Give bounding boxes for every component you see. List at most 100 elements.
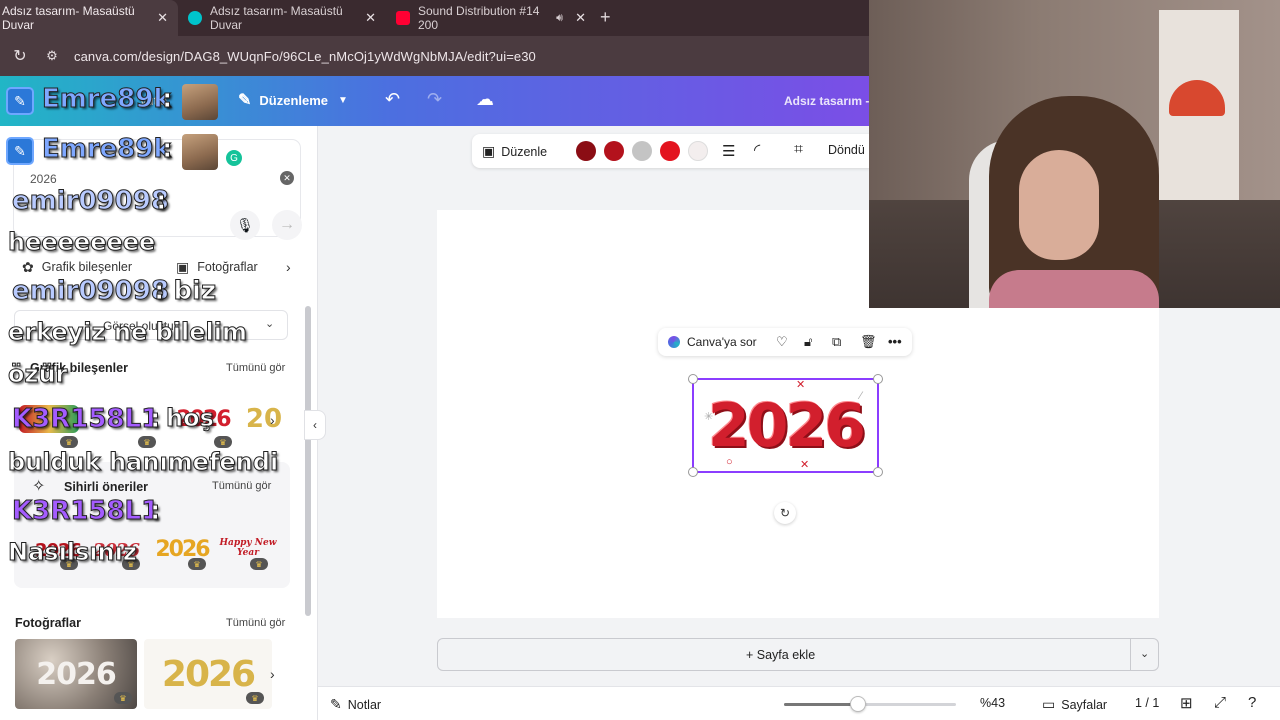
url-field[interactable]: canva.com/design/DAG8_WUqnFo/96CLe_nMcOj… (74, 49, 536, 64)
design-title[interactable]: Adsız tasarım - (784, 94, 869, 108)
lock-icon[interactable]: 🔓︎ (804, 334, 812, 350)
page-count: 1 / 1 (1135, 696, 1160, 710)
color-swatch[interactable] (604, 141, 624, 161)
undo-icon[interactable]: ↶ (385, 89, 400, 110)
trash-icon[interactable]: 🗑︎ (860, 334, 877, 350)
see-all-link[interactable]: Tümünü gör (212, 480, 271, 492)
corner-rounding-icon[interactable]: ◜ (754, 140, 760, 160)
see-all-link[interactable]: Tümünü gör (226, 617, 285, 629)
color-swatch[interactable] (660, 141, 680, 161)
chevron-right-icon[interactable]: › (270, 412, 275, 428)
sparkle-icon: ✧ (32, 478, 46, 495)
pages-label: Sayfalar (1061, 697, 1108, 712)
add-page-button[interactable]: + Sayfa ekle ⌄ (437, 638, 1159, 671)
chat-username: K3R158L1 (11, 496, 160, 527)
color-swatch[interactable] (632, 141, 652, 161)
arrow-right-icon[interactable]: → (272, 210, 302, 240)
graphic-text: 20 (245, 404, 283, 434)
chat-separator: : (155, 186, 167, 217)
speaker-icon[interactable]: 🔊︎ (556, 12, 563, 25)
browser-tab-bar: Adsız tasarım- Masaüstü Duvar ✕ Adsız ta… (0, 0, 870, 36)
chat-avatar (182, 84, 218, 120)
star-decoration: ○ (726, 456, 733, 468)
search-input[interactable]: 2026 (30, 172, 57, 186)
help-icon[interactable]: ? (1248, 694, 1256, 711)
chat-username: emir09098 (12, 186, 170, 217)
chat-username: Emre89k (42, 134, 172, 165)
selected-element[interactable]: 2026 ✕ ✳ ⁄ ✕ ○ (688, 374, 883, 477)
chat-message: Nasılsınız (8, 538, 138, 567)
zoom-level[interactable]: %43 (980, 696, 1005, 710)
close-icon[interactable]: ✕ (575, 10, 586, 26)
cloud-saved-icon[interactable]: ☁ (476, 89, 494, 110)
redo-icon[interactable]: ↷ (427, 89, 442, 110)
tab-title: Adsız tasarım- Masaüstü Duvar (210, 4, 343, 32)
microphone-icon[interactable]: 🎙︎ (230, 210, 260, 240)
section-title: Sihirli öneriler (64, 480, 149, 494)
line-weight-icon[interactable]: ☰ (722, 142, 735, 160)
rotate-button[interactable]: Döndü (828, 143, 865, 157)
site-info-icon[interactable]: ⚙︎ (40, 48, 64, 64)
crown-icon: ♛ (188, 558, 206, 570)
star-decoration: ✕ (796, 379, 806, 391)
graphic-text: Happy New Year (219, 538, 277, 558)
see-all-link[interactable]: Tümünü gör (226, 362, 285, 374)
star-decoration: ✳ (704, 411, 714, 423)
fullscreen-icon[interactable]: ⤢ (1214, 694, 1226, 711)
edit-button[interactable]: ▣ Düzenle (482, 143, 547, 160)
color-swatch[interactable] (576, 141, 596, 161)
star-decoration: ✕ (800, 459, 810, 471)
color-swatch[interactable] (688, 141, 708, 161)
resize-handle[interactable] (688, 467, 698, 477)
chevron-right-icon[interactable]: › (270, 666, 275, 682)
grammarly-icon[interactable]: G (226, 150, 242, 166)
chat-username: emir09098 (12, 276, 170, 307)
close-icon[interactable]: ✕ (157, 10, 168, 26)
crown-icon: ♛ (60, 436, 78, 448)
bottom-bar: ✎ Notlar %43 ▭ Sayfalar 1 / 1 ⊞ ⤢ ? (318, 686, 1280, 720)
webcam-overlay (869, 0, 1280, 308)
edit-mode-label: Düzenleme (259, 92, 329, 108)
chevron-down-icon: ⌄ (265, 318, 275, 330)
browser-tab[interactable]: Sound Distribution #14 200 🔊︎ ✕ (386, 0, 596, 36)
webcam-person-shirt (989, 270, 1159, 308)
reload-icon[interactable]: ↻ (0, 46, 40, 66)
resize-handle[interactable] (688, 374, 698, 384)
2026-graphic: 2026 (708, 390, 866, 461)
clear-icon[interactable]: ✕ (280, 171, 294, 185)
chat-username: K3R158L1 (11, 404, 160, 435)
plus-icon[interactable]: + (600, 7, 611, 28)
chat-message: bulduk hanımefendi (7, 448, 279, 477)
rotate-icon[interactable]: ↻ (774, 502, 796, 524)
scrollbar[interactable] (305, 306, 311, 616)
chat-separator: : (149, 404, 161, 435)
magic-thumbnail[interactable]: Happy New Year (216, 528, 280, 568)
browser-tab[interactable]: Adsız tasarım- Masaüstü Duvar ✕ (0, 0, 178, 36)
youtube-favicon-icon (396, 11, 410, 25)
graphic-thumbnail[interactable]: 20 (244, 398, 284, 440)
notes-icon: ✎ (330, 696, 342, 712)
crown-icon: ♛ (138, 436, 156, 448)
resize-handle[interactable] (873, 374, 883, 384)
collapse-panel-button[interactable]: ‹ (304, 410, 326, 440)
resize-handle[interactable] (873, 467, 883, 477)
photo-text: 2026 (161, 653, 256, 695)
chevron-right-icon[interactable]: › (286, 252, 291, 282)
edit-mode-dropdown[interactable]: ✎ Düzenleme ▼ (238, 90, 348, 110)
zoom-slider-knob[interactable] (849, 696, 866, 712)
duplicate-icon[interactable]: ⧉ (832, 334, 841, 350)
more-icon[interactable]: ••• (888, 334, 902, 349)
chat-separator: : (161, 84, 173, 115)
ask-canva-button[interactable]: Canva'ya sor (668, 335, 757, 349)
crop-icon[interactable]: ⌗ (794, 141, 803, 159)
canva-favicon-icon (188, 11, 202, 25)
pages-button[interactable]: ▭ Sayfalar (1042, 696, 1107, 713)
close-icon[interactable]: ✕ (365, 10, 376, 26)
notes-button[interactable]: ✎ Notlar (330, 696, 381, 713)
element-floating-menu: Canva'ya sor ♡ 🔓︎ ⧉ 🗑︎ ••• (658, 328, 912, 356)
comment-add-icon[interactable]: ♡ (776, 334, 788, 350)
grid-view-icon[interactable]: ⊞ (1180, 694, 1193, 712)
browser-tab[interactable]: Adsız tasarım- Masaüstü Duvar ✕ (178, 0, 386, 36)
chevron-down-icon[interactable]: ⌄ (1140, 647, 1149, 660)
zoom-slider[interactable] (784, 696, 956, 712)
